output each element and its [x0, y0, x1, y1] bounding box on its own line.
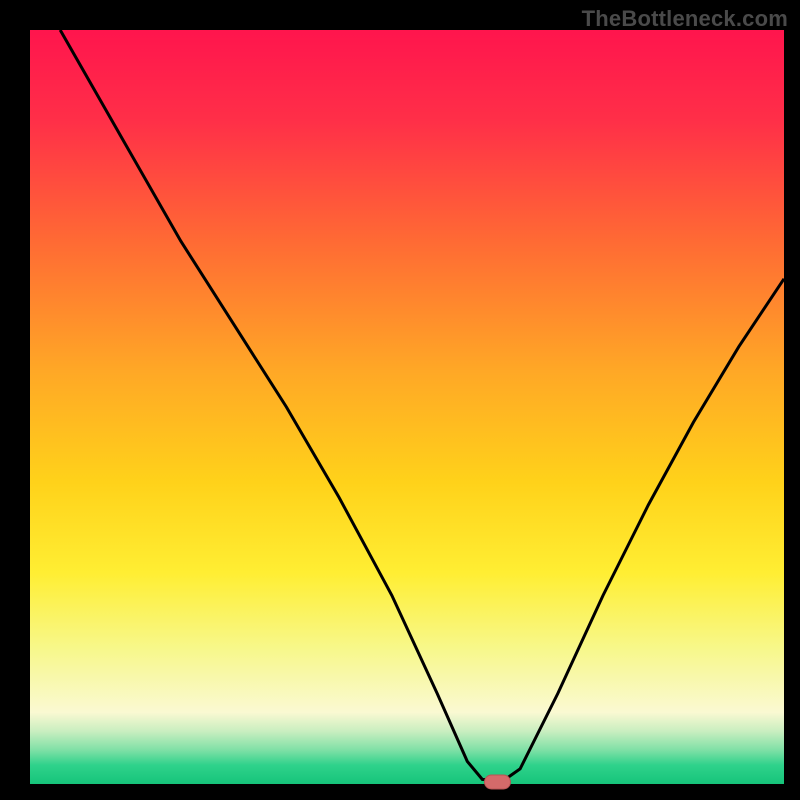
chart-frame: TheBottleneck.com: [0, 0, 800, 800]
plot-background: [30, 30, 784, 784]
optimum-marker: [484, 775, 510, 789]
bottleneck-chart: [0, 0, 800, 800]
watermark-label: TheBottleneck.com: [582, 6, 788, 32]
